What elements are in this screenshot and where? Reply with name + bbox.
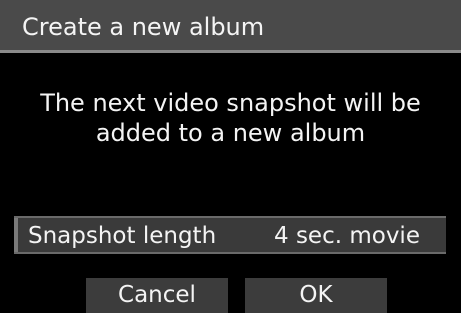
dialog-title: Create a new album (22, 13, 265, 41)
setting-value: 4 sec. movie (274, 223, 420, 249)
cancel-button[interactable]: Cancel (86, 278, 228, 313)
title-bar: Create a new album (0, 0, 461, 53)
message-line-1: The next video snapshot will be (40, 89, 421, 117)
ok-button[interactable]: OK (245, 278, 387, 313)
dialog-message: The next video snapshot will be added to… (10, 88, 451, 148)
message-line-2: added to a new album (95, 119, 366, 147)
snapshot-length-setting[interactable]: Snapshot length 4 sec. movie (14, 216, 446, 254)
camera-menu-screen: Create a new album The next video snapsh… (0, 0, 461, 313)
setting-label: Snapshot length (28, 223, 217, 249)
